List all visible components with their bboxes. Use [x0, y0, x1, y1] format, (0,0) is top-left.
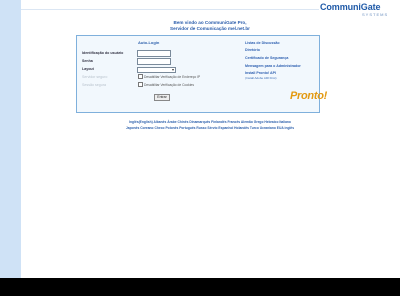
link-certificate[interactable]: Certificado de Segurança: [245, 56, 288, 60]
disable-ip-check[interactable]: [138, 74, 143, 79]
brand-sub: SYSTEMS: [362, 12, 389, 17]
user-label: Identificação do usuário: [82, 51, 124, 55]
link-directory[interactable]: Diretório: [245, 48, 260, 52]
disable-cookie-check-label: Desabilitar Verificação de Cookies: [144, 83, 195, 87]
communigate-logo: CommuniGate SYSTEMS: [320, 2, 398, 20]
welcome-line-2: Servidor de Comunicação mel.net.br: [170, 26, 250, 31]
link-admin-message[interactable]: Mensagem para o Administrador: [245, 64, 301, 68]
language-links-row-2[interactable]: Japonês Coreano Checo Polonês Português …: [100, 126, 320, 130]
disable-cookie-check[interactable]: [138, 82, 143, 87]
language-links-row-1[interactable]: Inglês(English) Albanês Árabe Chinês Din…: [100, 120, 320, 124]
layout-select[interactable]: ▾: [137, 67, 176, 73]
install-note: (Install Adobe AIR First): [245, 76, 277, 80]
welcome-message: Bem vindo ao CommuniGate Pro, Servidor d…: [150, 20, 270, 32]
pronto-logo[interactable]: Pronto!: [290, 90, 327, 102]
disabled-label-2: Sessão segura: [82, 83, 106, 87]
user-input[interactable]: [137, 50, 171, 57]
brand-name: CommuniGate: [320, 2, 381, 12]
header-divider: [21, 9, 319, 10]
auto-login-link[interactable]: Auto-Login: [138, 40, 159, 45]
password-label: Senha: [82, 59, 93, 63]
disable-ip-check-label: Desabilitar Verificação de Endereço IP: [144, 75, 201, 79]
link-lists[interactable]: Listas de Discussão: [245, 41, 280, 45]
disabled-label-1: Servidor seguro: [82, 75, 108, 79]
left-sidebar-strip: [0, 0, 21, 278]
layout-label: Layout: [82, 67, 94, 71]
password-input[interactable]: [137, 58, 171, 65]
link-install-pronto[interactable]: Install Pronto! API: [245, 71, 276, 75]
chevron-down-icon: ▾: [171, 67, 174, 72]
login-panel: [76, 35, 320, 113]
bottom-bar: [0, 278, 400, 296]
login-button[interactable]: Entrar: [154, 94, 170, 101]
